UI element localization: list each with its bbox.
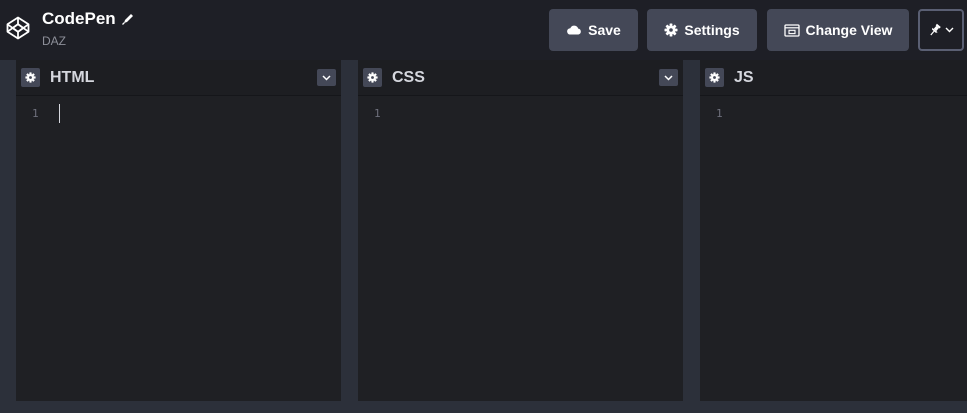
html-editor-header: HTML	[16, 60, 341, 96]
codepen-logo-icon[interactable]	[6, 16, 30, 40]
html-editor-panel: HTML 1	[16, 60, 341, 401]
codepen-editor-window: CodePen DAZ Save Settings Change View HT…	[0, 0, 967, 413]
html-editor-dropdown-chevron-down-icon[interactable]	[317, 69, 336, 86]
css-editor-dropdown-chevron-down-icon[interactable]	[659, 69, 678, 86]
header-bar: CodePen DAZ Save Settings Change View	[0, 0, 967, 60]
css-editor-header: CSS	[358, 60, 683, 96]
html-code-area[interactable]: 1	[16, 96, 341, 401]
gear-icon	[664, 23, 678, 37]
js-settings-gear-icon[interactable]	[705, 68, 724, 87]
css-editor-title: CSS	[392, 68, 425, 86]
pen-title[interactable]: CodePen	[42, 9, 135, 29]
cloud-icon	[567, 25, 581, 35]
pencil-icon[interactable]	[121, 12, 135, 26]
editor-area: HTML 1 CSS 1 JS 1	[0, 60, 967, 401]
pin-menu-button[interactable]	[918, 9, 964, 51]
css-settings-gear-icon[interactable]	[363, 68, 382, 87]
save-button-label: Save	[588, 22, 621, 38]
css-editor-panel: CSS 1	[358, 60, 683, 401]
pen-owner[interactable]: DAZ	[42, 34, 66, 48]
text-cursor	[59, 104, 60, 123]
layout-icon	[783, 23, 800, 37]
js-code-area[interactable]: 1	[700, 96, 967, 401]
html-line-number: 1	[32, 107, 39, 120]
js-editor-panel: JS 1	[700, 60, 967, 401]
js-editor-title: JS	[734, 68, 754, 86]
pin-icon	[930, 23, 941, 36]
change-view-button-label: Change View	[805, 22, 893, 38]
chevron-down-icon	[945, 27, 954, 33]
change-view-button[interactable]: Change View	[767, 9, 909, 51]
js-line-number: 1	[716, 107, 723, 120]
css-line-number: 1	[374, 107, 381, 120]
save-button[interactable]: Save	[549, 9, 638, 51]
pen-title-text: CodePen	[42, 9, 116, 28]
settings-button-label: Settings	[684, 22, 740, 38]
html-settings-gear-icon[interactable]	[21, 68, 40, 87]
resize-bar[interactable]	[0, 401, 967, 413]
js-editor-header: JS	[700, 60, 967, 96]
settings-button[interactable]: Settings	[647, 9, 757, 51]
css-code-area[interactable]: 1	[358, 96, 683, 401]
html-editor-title: HTML	[50, 68, 95, 86]
